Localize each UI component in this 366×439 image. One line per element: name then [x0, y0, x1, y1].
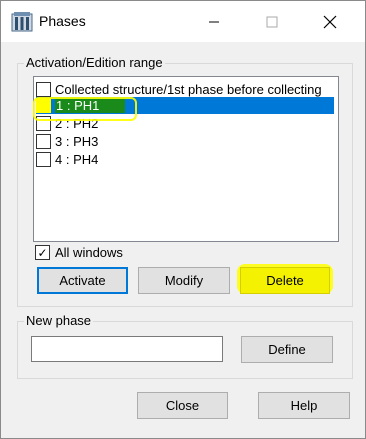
- help-label: Help: [290, 398, 318, 413]
- new-phase-input[interactable]: [31, 336, 223, 362]
- close-window-button[interactable]: [307, 1, 353, 42]
- list-item[interactable]: 3 : PH3: [36, 133, 334, 150]
- activate-button[interactable]: Activate: [37, 267, 128, 294]
- delete-label: Delete: [266, 273, 304, 288]
- all-windows-checkbox[interactable]: ✓ All windows: [35, 245, 123, 260]
- close-label: Close: [165, 398, 200, 413]
- minimize-icon: [209, 21, 219, 22]
- checkmark-icon[interactable]: ✓: [35, 245, 50, 260]
- list-item-label: 4 : PH4: [55, 152, 99, 167]
- list-item[interactable]: 4 : PH4: [36, 151, 334, 168]
- all-windows-label: All windows: [55, 245, 123, 260]
- minimize-button[interactable]: [191, 1, 237, 42]
- list-item-label: Collected structure/1st phase before col…: [55, 82, 322, 97]
- define-button[interactable]: Define: [241, 336, 333, 363]
- list-item[interactable]: Collected structure/1st phase before col…: [36, 81, 334, 98]
- activation-group-label: Activation/Edition range: [24, 55, 165, 70]
- modify-button[interactable]: Modify: [138, 267, 230, 294]
- close-button[interactable]: Close: [137, 392, 228, 419]
- item-checkbox[interactable]: [36, 82, 51, 97]
- close-icon: [323, 15, 337, 28]
- activate-label: Activate: [59, 273, 106, 288]
- phases-dialog: Phases Activation/Edition range Collecte…: [0, 0, 366, 439]
- list-item-label: 3 : PH3: [55, 134, 99, 149]
- delete-button[interactable]: Delete: [240, 267, 330, 294]
- maximize-icon: [266, 16, 278, 27]
- modify-label: Modify: [164, 273, 204, 288]
- highlight-mark: [33, 97, 137, 121]
- title-bar: Phases: [1, 1, 365, 42]
- new-phase-label: New phase: [24, 313, 94, 328]
- columns-app-icon: [11, 12, 33, 32]
- item-checkbox[interactable]: [36, 134, 51, 149]
- define-label: Define: [268, 342, 306, 357]
- item-checkbox[interactable]: [36, 152, 51, 167]
- window-title: Phases: [39, 13, 86, 29]
- maximize-button[interactable]: [249, 1, 295, 42]
- help-button[interactable]: Help: [258, 392, 350, 419]
